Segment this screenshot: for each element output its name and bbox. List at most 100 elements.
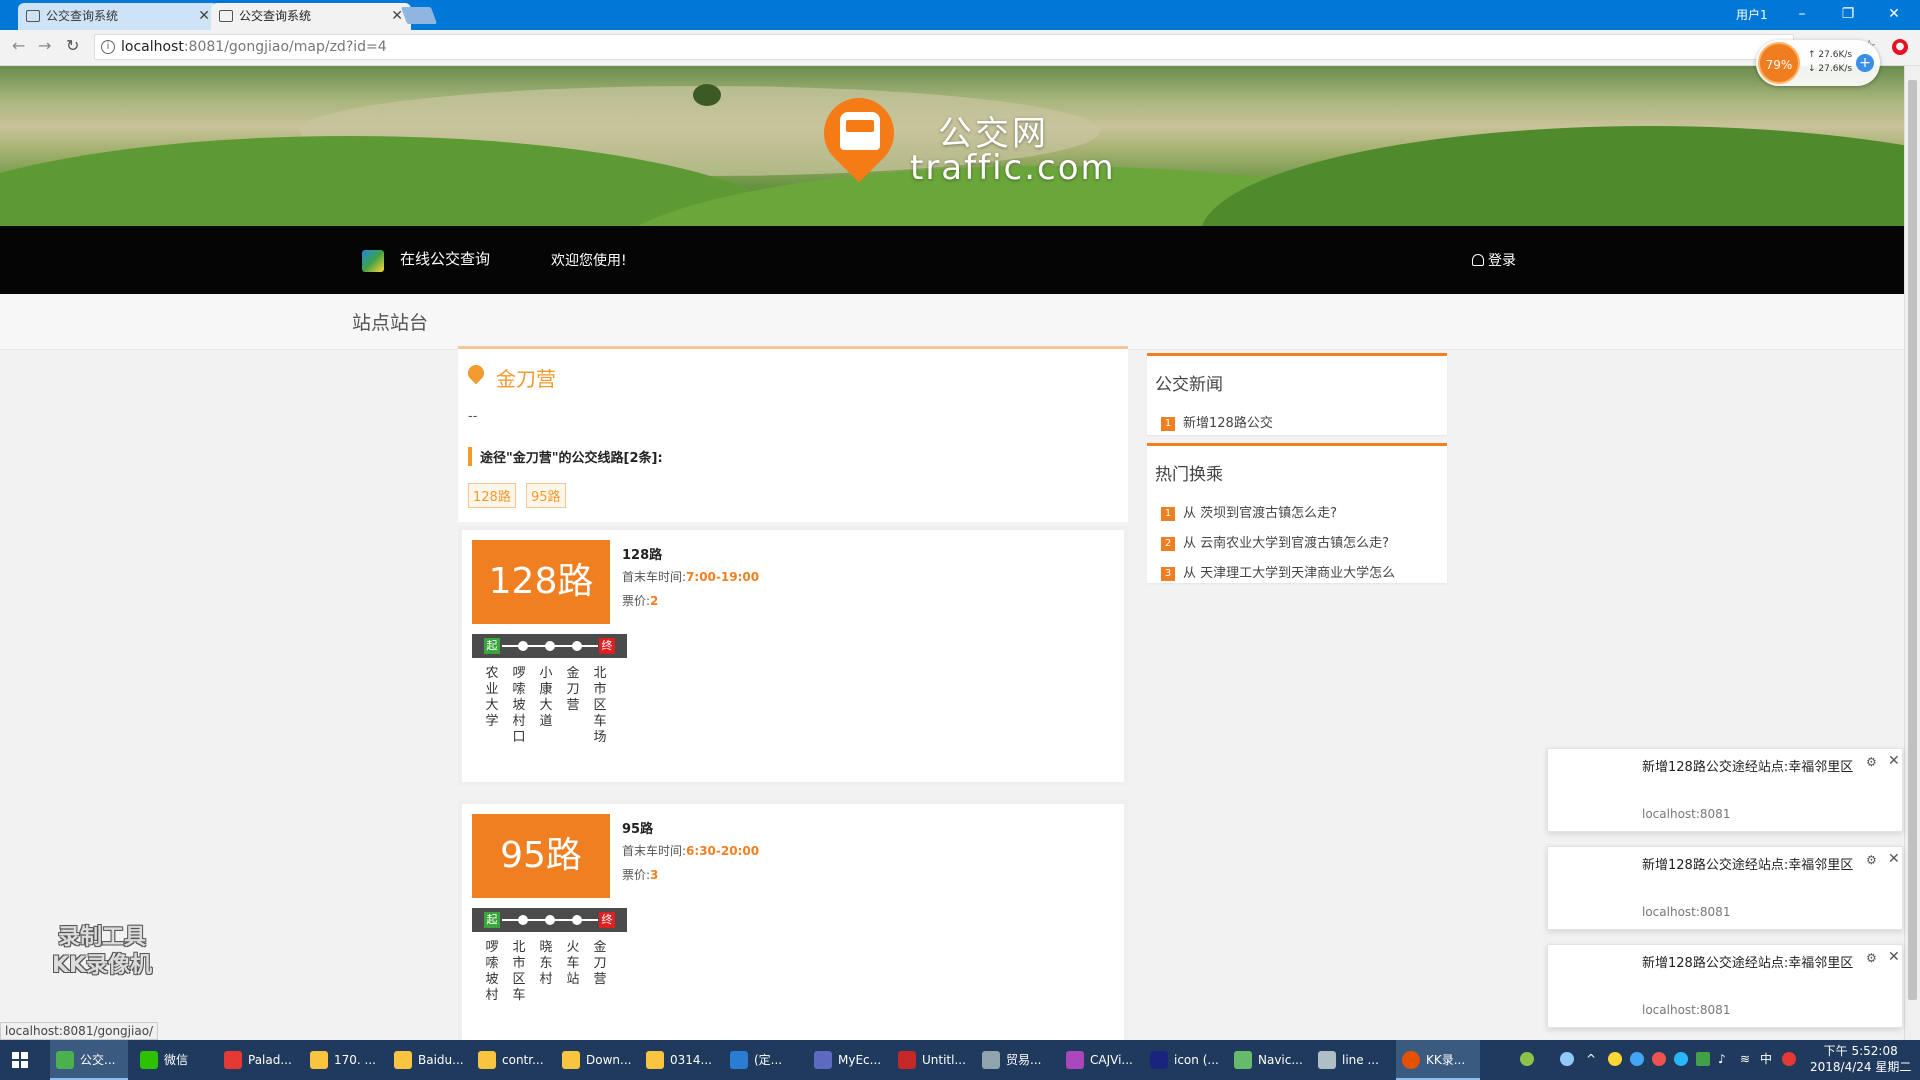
site-info-icon[interactable]: i	[101, 40, 115, 54]
back-icon[interactable]: ←	[12, 36, 25, 55]
tab-close-icon[interactable]: ✕	[198, 3, 210, 30]
nav-welcome[interactable]: 欢迎您使用!	[551, 250, 627, 270]
tray-app-icon[interactable]	[1696, 1052, 1710, 1066]
page-scrollbar[interactable]	[1904, 66, 1920, 1040]
taskbar-paladin[interactable]: Palad...	[218, 1040, 298, 1080]
route-hours: 首末车时间:6:30-20:00	[622, 844, 760, 858]
stop-dot	[518, 915, 528, 925]
stop-name[interactable]: 金刀营	[565, 666, 581, 714]
transfer-item[interactable]: 3从 天津理工大学到天津商业大学怎么	[1161, 562, 1395, 581]
taskbar-word[interactable]: (定...	[724, 1040, 804, 1080]
close-window-icon[interactable]: ✕	[1872, 2, 1916, 26]
window-icon	[1318, 1051, 1336, 1069]
wifi-icon[interactable]: ≋	[1740, 1052, 1754, 1066]
url-input[interactable]: i localhost:8081/gongjiao/map/zd?id=4	[94, 34, 1794, 60]
volume-icon[interactable]: ♪	[1718, 1052, 1732, 1066]
taskbar-folder[interactable]: 170. ...	[304, 1040, 384, 1080]
desktop-notification[interactable]: 新增128路公交途经站点:幸福邻里区 localhost:8081 ⚙ ✕	[1547, 748, 1903, 832]
route-name[interactable]: 95路	[622, 818, 653, 837]
chevron-up-icon[interactable]: ^	[1584, 1052, 1598, 1066]
app-icon	[224, 1051, 242, 1069]
taskbar-folder[interactable]: Baidu...	[388, 1040, 468, 1080]
desktop-notification[interactable]: 新增128路公交途经站点:幸福邻里区 localhost:8081 ⚙ ✕	[1547, 944, 1903, 1028]
station-name: 金刀营	[496, 367, 556, 391]
stop-name[interactable]: 晓东村	[538, 940, 554, 988]
banner-hill	[1200, 126, 1904, 226]
window-user-label[interactable]: 用户1	[1736, 6, 1768, 23]
route-tag-128[interactable]: 128路	[468, 483, 516, 508]
url-host: localhost	[121, 39, 184, 55]
logo-subtitle[interactable]: traffic.com	[910, 148, 1116, 188]
route-badge[interactable]: 95路	[472, 814, 610, 898]
route-badge[interactable]: 128路	[472, 540, 610, 624]
route-line-diagram: 起 终	[472, 634, 627, 658]
desktop-notification[interactable]: 新增128路公交途经站点:幸福邻里区 localhost:8081 ⚙ ✕	[1547, 846, 1903, 930]
transfer-item[interactable]: 1从 茨坝到官渡古镇怎么走?	[1161, 502, 1337, 521]
taskbar-folder[interactable]: contr...	[472, 1040, 552, 1080]
reload-icon[interactable]: ↻	[66, 36, 79, 55]
notification-text: 新增128路公交途经站点:幸福邻里区	[1642, 760, 1854, 775]
stop-name[interactable]: 北市区车场	[592, 666, 608, 746]
browser-titlebar: 公交查询系统 ✕ 公交查询系统 ✕ 用户1 – ❐ ✕	[0, 0, 1920, 30]
transfer-item[interactable]: 2从 云南农业大学到官渡古镇怎么走?	[1161, 532, 1389, 551]
scroll-thumb[interactable]	[1908, 80, 1917, 1000]
route-card-128: 128路 128路 首末车时间:7:00-19:00 票价:2 起 终 农业大学…	[458, 526, 1128, 786]
stop-name[interactable]: 小康大道	[538, 666, 554, 730]
nav-bus-query[interactable]: 在线公交查询	[400, 248, 490, 269]
user-tray-icon[interactable]	[1560, 1052, 1574, 1066]
browser-tab-active[interactable]: 公交查询系统 ✕	[211, 3, 411, 30]
taskbar-cajviewer[interactable]: CAJVi...	[1060, 1040, 1140, 1080]
gear-icon[interactable]: ⚙	[1866, 951, 1877, 965]
taskbar-navicat[interactable]: Navic...	[1228, 1040, 1308, 1080]
taskbar-kk-recorder[interactable]: KK录...	[1396, 1040, 1480, 1080]
tray-app-icon[interactable]	[1674, 1052, 1688, 1066]
network-speed-widget[interactable]: 79% ↑ 27.6K/s ↓ 27.6K/s +	[1756, 40, 1880, 86]
windows-start-icon[interactable]	[12, 1052, 28, 1068]
close-icon[interactable]: ✕	[1888, 851, 1900, 867]
minimize-icon[interactable]: –	[1780, 2, 1824, 26]
system-clock[interactable]: 下午 5:52:08 2018/4/24 星期二	[1810, 1043, 1911, 1075]
sogou-icon[interactable]	[1782, 1052, 1796, 1066]
restore-icon[interactable]: ❐	[1826, 2, 1870, 26]
taskbar-trade[interactable]: 贸易...	[976, 1040, 1056, 1080]
taskbar-line[interactable]: line ...	[1312, 1040, 1392, 1080]
new-tab-button[interactable]	[400, 7, 438, 24]
news-item[interactable]: 1 新增128路公交	[1161, 412, 1273, 431]
qq-icon[interactable]	[1652, 1052, 1666, 1066]
taskbar-myeclipse[interactable]: MyEc...	[808, 1040, 888, 1080]
route-hours: 首末车时间:7:00-19:00	[622, 570, 760, 584]
stop-name[interactable]: 北市区车	[511, 940, 527, 1004]
close-icon[interactable]: ✕	[1888, 753, 1900, 769]
battery-icon[interactable]	[1520, 1052, 1534, 1066]
stop-name[interactable]: 金刀营	[592, 940, 608, 988]
hot-transfer-box: 热门换乘 1从 茨坝到官渡古镇怎么走? 2从 云南农业大学到官渡古镇怎么走? 3…	[1147, 443, 1447, 583]
taskbar-photoshop[interactable]: icon (...	[1144, 1040, 1224, 1080]
stop-name[interactable]: 火车站	[565, 940, 581, 988]
taskbar-chrome[interactable]: 公交...	[50, 1040, 128, 1080]
route-tag-95[interactable]: 95路	[526, 483, 566, 508]
end-marker: 终	[599, 912, 615, 928]
gear-icon[interactable]: ⚙	[1866, 853, 1877, 867]
folder-icon	[646, 1051, 664, 1069]
plus-icon[interactable]: +	[1856, 54, 1874, 72]
stop-name[interactable]: 啰嗦坡村口	[511, 666, 527, 746]
stop-name[interactable]: 农业大学	[484, 666, 500, 730]
taskbar-wechat[interactable]: 微信	[134, 1040, 210, 1080]
taskbar-folder[interactable]: Down...	[556, 1040, 636, 1080]
tray-app-icon[interactable]	[1608, 1052, 1622, 1066]
extension-icon[interactable]: ●	[1892, 39, 1908, 55]
route-name[interactable]: 128路	[622, 544, 662, 563]
ime-indicator[interactable]: 中	[1760, 1052, 1774, 1066]
forward-icon[interactable]: →	[38, 36, 51, 55]
stop-name[interactable]: 啰嗦坡村	[484, 940, 500, 1004]
taskbar-folder[interactable]: 0314...	[640, 1040, 720, 1080]
login-link[interactable]: 登录	[1472, 250, 1516, 270]
browser-tab[interactable]: 公交查询系统 ✕	[18, 3, 218, 30]
download-speed: ↓ 27.6K/s	[1808, 64, 1853, 74]
user-icon	[1472, 254, 1484, 266]
bluetooth-icon[interactable]	[1630, 1052, 1644, 1066]
route-fare: 票价:2	[622, 594, 659, 608]
gear-icon[interactable]: ⚙	[1866, 755, 1877, 769]
taskbar-untitled[interactable]: Untitl...	[892, 1040, 972, 1080]
close-icon[interactable]: ✕	[1888, 949, 1900, 965]
